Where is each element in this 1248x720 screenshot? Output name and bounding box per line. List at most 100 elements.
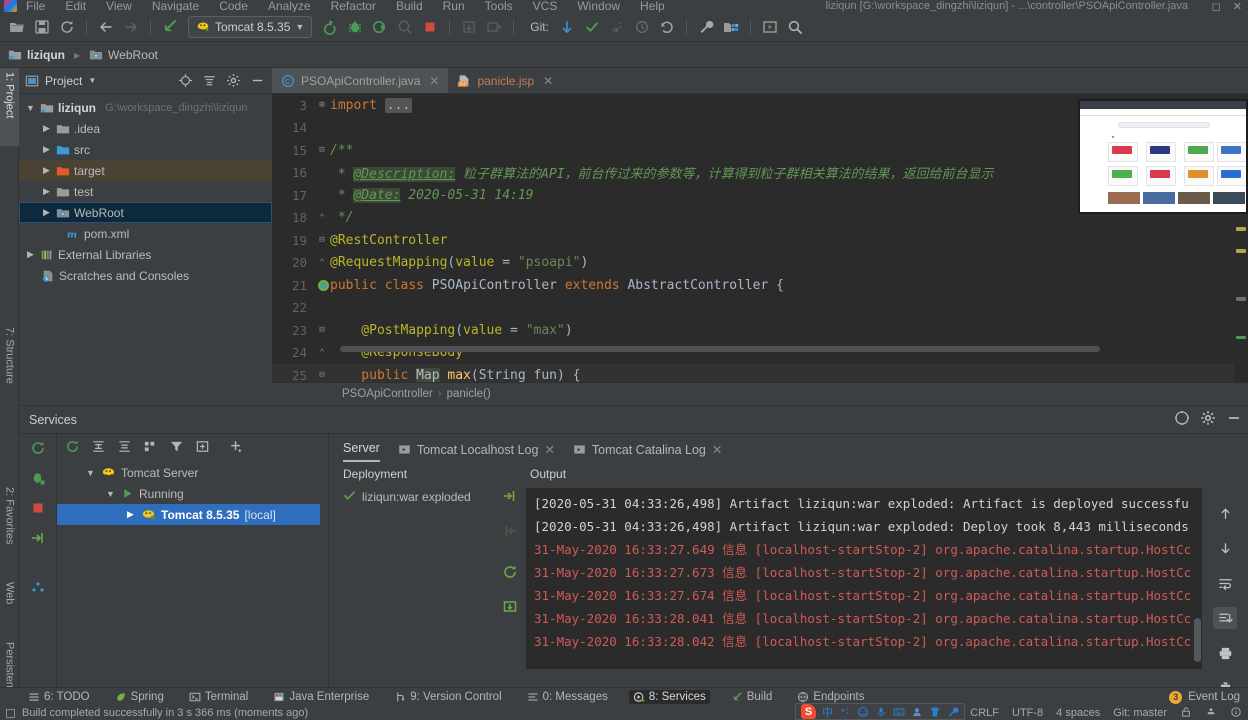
close-icon[interactable]: ✕ — [712, 442, 722, 457]
fold-marker[interactable]: ⌃ — [314, 348, 330, 358]
scroll-to-end-icon[interactable] — [1213, 607, 1237, 629]
ime-mode-chinese[interactable]: 中 — [822, 704, 833, 720]
tree-node-external-libraries[interactable]: ▶ External Libraries — [19, 244, 272, 265]
stop-icon[interactable] — [419, 16, 441, 38]
group-by-icon[interactable] — [143, 439, 158, 457]
tree-node-liziqun[interactable]: ▼ liziqun G:\workspace_dingzhi\liziqun — [19, 97, 272, 118]
menu-build[interactable]: Build — [396, 0, 423, 12]
sogou-logo-icon[interactable]: S — [801, 704, 816, 719]
select-in-icon[interactable] — [759, 16, 781, 38]
status-git-branch[interactable]: Git: master — [1113, 707, 1167, 719]
services-header-actions[interactable] — [1174, 410, 1242, 429]
close-icon[interactable]: ✕ — [544, 442, 554, 457]
spring-bean-gutter-icon[interactable] — [318, 279, 329, 291]
tree-node-test[interactable]: ▶ test — [19, 181, 272, 202]
menu-vcs[interactable]: VCS — [533, 0, 558, 12]
rerun-icon[interactable] — [65, 439, 80, 457]
console-output[interactable]: [2020-05-31 04:33:26,498] Artifact liziq… — [526, 488, 1202, 669]
debug-icon[interactable] — [344, 16, 366, 38]
window-controls[interactable]: ◻ ✕ — [1212, 0, 1242, 12]
chevron-right-icon[interactable]: ▶ — [41, 144, 52, 155]
chevron-down-icon[interactable]: ▼ — [295, 22, 304, 32]
bottom-item-java-enterprise[interactable]: Java Enterprise — [269, 690, 373, 704]
run-configuration-selector[interactable]: Tomcat 8.5.35 ▼ — [188, 15, 313, 38]
undo-refactor-icon[interactable] — [159, 16, 181, 38]
code-line-24[interactable]: 24 ⌃ @ResponseBody — [272, 342, 1248, 365]
chevron-right-icon[interactable]: ▶ — [41, 123, 52, 134]
services-tree-toolbar[interactable] — [57, 434, 328, 462]
add-tab-icon[interactable] — [195, 439, 210, 457]
fold-marker[interactable]: ⊞ — [314, 100, 330, 110]
status-line-separator[interactable]: CRLF — [970, 707, 999, 719]
run-icon[interactable] — [319, 16, 341, 38]
code-line-19[interactable]: 19 ⊟ @RestController — [272, 229, 1248, 252]
fold-marker[interactable]: ⊟ — [314, 235, 330, 245]
tree-node-target[interactable]: ▶ target — [19, 160, 272, 181]
sidebar-item-web[interactable]: Web — [0, 578, 19, 634]
code-line-25[interactable]: 25 ⊟ public Map max(String fun) { — [272, 364, 1248, 382]
console-actions[interactable] — [1208, 502, 1242, 699]
tree-node-src[interactable]: ▶ src — [19, 139, 272, 160]
breadcrumb-liziqun[interactable]: liziqun — [8, 48, 65, 62]
tree-node-pomxml[interactable]: m pom.xml — [19, 223, 272, 244]
hide-panel-icon[interactable] — [1226, 410, 1242, 429]
chevron-right-icon[interactable]: ▶ — [41, 186, 52, 197]
sidebar-item-favorites[interactable]: 2: Favorites — [0, 483, 19, 575]
status-right[interactable]: CRLF UTF-8 4 spaces Git: master — [970, 706, 1242, 720]
voice-dot-icon[interactable] — [839, 706, 851, 718]
fold-marker[interactable]: ⊟ — [314, 325, 330, 335]
marker-info-1[interactable] — [1236, 297, 1246, 301]
print-icon[interactable] — [1213, 642, 1237, 664]
status-encoding[interactable]: UTF-8 — [1012, 707, 1043, 719]
menu-help[interactable]: Help — [640, 0, 665, 12]
bottom-item-version-control[interactable]: 9: Version Control — [390, 690, 505, 704]
restore-button[interactable]: ◻ — [1212, 0, 1221, 12]
chevron-right-icon[interactable]: ▶ — [125, 509, 136, 520]
editor-tab-psoapicontroller[interactable]: C PSOApiController.java ✕ — [272, 68, 449, 93]
hide-panel-icon[interactable] — [248, 72, 266, 90]
services-node-tomcat-local[interactable]: ▶ Tomcat 8.5.35 [local] — [57, 504, 320, 525]
lock-icon[interactable] — [1180, 706, 1192, 720]
marker-warning-2[interactable] — [1236, 227, 1246, 231]
editor-breadcrumb-class[interactable]: PSOApiController — [342, 388, 433, 400]
chevron-down-icon[interactable]: ▼ — [85, 468, 96, 478]
menu-window[interactable]: Window — [577, 0, 620, 12]
sogou-ime-toolbar[interactable]: S 中 — [795, 703, 965, 720]
services-content-tabs[interactable]: Server Tomcat Localhost Log ✕ Tomcat Cat… — [329, 434, 1248, 462]
settings-wrench-icon[interactable] — [695, 16, 717, 38]
code-line-22[interactable]: 22 — [272, 297, 1248, 320]
console-scrollbar[interactable] — [1193, 488, 1202, 669]
menu-analyze[interactable]: Analyze — [268, 0, 311, 12]
chevron-right-icon[interactable]: ▶ — [25, 249, 36, 260]
gear-icon[interactable] — [224, 72, 242, 90]
bottom-item-spring[interactable]: Spring — [111, 690, 168, 704]
fold-marker[interactable]: ⌃ — [314, 258, 330, 268]
deployment-actions[interactable] — [494, 462, 526, 687]
sync-icon[interactable] — [56, 16, 78, 38]
event-log-area[interactable]: 3 Event Log — [1169, 690, 1240, 704]
close-icon[interactable]: ✕ — [543, 74, 553, 88]
scroll-up-icon[interactable] — [1213, 502, 1237, 524]
gear-icon[interactable] — [1200, 410, 1216, 429]
emoji-icon[interactable] — [857, 706, 869, 718]
project-tree[interactable]: ▼ liziqun G:\workspace_dingzhi\liziqun ▶… — [19, 94, 272, 286]
project-structure-icon[interactable] — [720, 16, 742, 38]
menu-refactor[interactable]: Refactor — [331, 0, 376, 12]
search-everywhere-icon[interactable] — [784, 16, 806, 38]
git-revert-icon[interactable] — [656, 16, 678, 38]
keyboard-icon[interactable] — [893, 706, 905, 718]
deployment-item[interactable]: liziqun:war exploded — [343, 489, 494, 505]
status-checkbox-icon[interactable] — [6, 708, 15, 718]
run-with-coverage-icon[interactable] — [369, 16, 391, 38]
services-side-actions[interactable] — [19, 434, 57, 720]
code-line-20[interactable]: 20 ⌃ @RequestMapping(value = "psoapi") — [272, 252, 1248, 275]
expand-all-icon[interactable] — [91, 439, 106, 457]
chevron-down-icon[interactable]: ▼ — [25, 103, 36, 113]
chevron-right-icon[interactable]: ▶ — [41, 207, 52, 218]
restart-icon[interactable] — [502, 564, 518, 583]
scroll-from-source-icon[interactable] — [176, 72, 194, 90]
menu-tools[interactable]: Tools — [485, 0, 513, 12]
chevron-down-icon[interactable]: ▼ — [88, 76, 96, 85]
bottom-item-terminal[interactable]: Terminal — [185, 690, 252, 704]
bottom-item-build[interactable]: Build — [727, 690, 777, 704]
